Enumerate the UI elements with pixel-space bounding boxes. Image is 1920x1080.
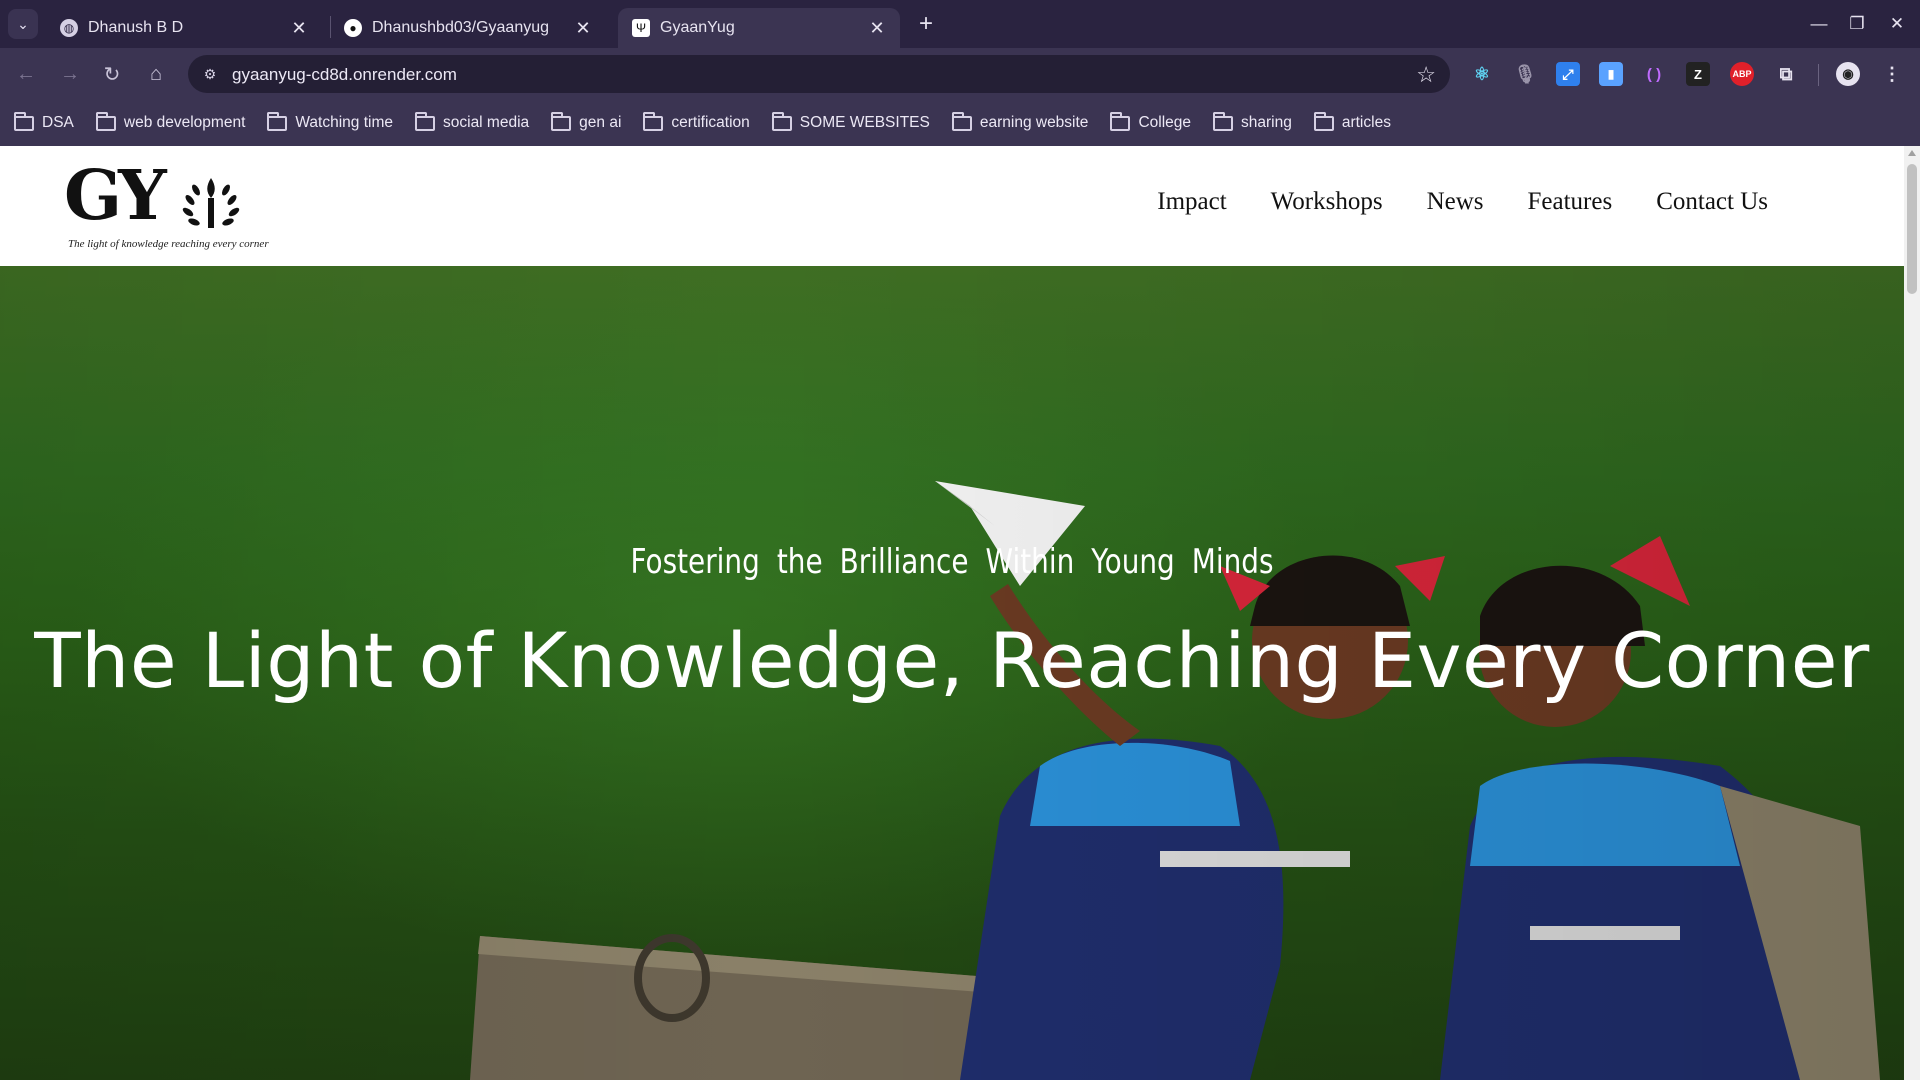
folder-icon [951, 111, 972, 131]
bookmark-label: DSA [42, 114, 74, 131]
brackets-extension-icon[interactable]: ( ) [1642, 62, 1666, 86]
bookmark-label: articles [1341, 114, 1391, 131]
adblock-plus-icon[interactable]: ABP [1730, 62, 1754, 86]
laurel-torch-icon [182, 178, 240, 228]
folder-icon [1110, 111, 1131, 131]
microphone-icon[interactable]: 🎙 [1513, 62, 1537, 86]
close-tab-icon[interactable]: ✕ [288, 17, 310, 39]
folder-icon [95, 111, 116, 131]
bookmark-folder-sharing[interactable]: sharing [1213, 111, 1292, 132]
reload-icon[interactable]: ↻ [98, 60, 126, 88]
bookmark-label: social media [443, 114, 530, 131]
react-devtools-icon[interactable]: ⚛ [1470, 62, 1494, 86]
hero-title: The Light of Knowledge, Reaching Every C… [34, 616, 1870, 705]
folder-icon [1213, 111, 1233, 131]
nav-features[interactable]: Features [1528, 188, 1613, 216]
bookmark-folder-college[interactable]: College [1110, 111, 1191, 132]
site-logo[interactable]: GY The light of knowledge reaching every… [64, 156, 294, 256]
bookmark-label: SOME WEBSITES [799, 114, 930, 131]
minimize-icon[interactable]: — [1804, 10, 1834, 38]
nav-impact[interactable]: Impact [1157, 188, 1226, 216]
bookmark-label: certification [671, 114, 750, 131]
gyaanyug-logo-icon: Ψ [632, 19, 650, 37]
main-nav: Impact Workshops News Features Contact U… [1113, 188, 1768, 216]
tab-strip: ⌄ ◍ Dhanush B D ✕ ● Dhanushbd03/Gyaanyug… [0, 0, 1920, 48]
logo-mark: GY [64, 156, 167, 236]
bookmark-folder-watching-time[interactable]: Watching time [267, 111, 393, 132]
nav-workshops[interactable]: Workshops [1271, 188, 1383, 216]
globe-icon: ◍ [60, 19, 78, 37]
browser-menu-icon[interactable]: ⋮ [1880, 62, 1904, 86]
scroll-up-arrow-icon[interactable] [1908, 150, 1916, 156]
restore-window-icon[interactable]: ❐ [1842, 10, 1872, 38]
tab-title: Dhanushbd03/Gyaanyug [372, 19, 550, 36]
tab-github-repo[interactable]: ● Dhanushbd03/Gyaanyug ✕ [330, 8, 606, 48]
folder-icon [415, 111, 435, 131]
bookmark-folder-gen-ai[interactable]: gen ai [551, 111, 622, 132]
bookmark-label: gen ai [579, 114, 622, 131]
bookmarks-bar: DSA web development Watching time social… [0, 100, 1920, 146]
bookmark-label: earning website [979, 114, 1089, 131]
bookmark-folder-some-websites[interactable]: SOME WEBSITES [771, 111, 930, 132]
folder-icon [551, 111, 572, 131]
tab-search-dropdown-icon[interactable]: ⌄ [8, 9, 38, 39]
close-tab-icon[interactable]: ✕ [866, 17, 888, 39]
dark-extension-icon[interactable]: Z [1686, 62, 1710, 86]
site-header: GY The light of knowledge reaching every… [0, 146, 1904, 266]
logo-tagline: The light of knowledge reaching every co… [68, 238, 269, 250]
adblock-label: ABP [1732, 69, 1752, 79]
bookmark-label: sharing [1241, 114, 1292, 131]
bookmark-folder-social-media[interactable]: social media [415, 111, 530, 132]
scrollbar-thumb[interactable] [1907, 164, 1917, 294]
folder-icon [1313, 111, 1334, 131]
nav-news[interactable]: News [1427, 188, 1484, 216]
resize-extension-icon[interactable]: ⤢ [1556, 62, 1580, 86]
bookmark-folder-web-development[interactable]: web development [95, 111, 246, 132]
folder-icon [267, 111, 288, 131]
github-icon: ● [344, 19, 362, 37]
bookmark-folder-dsa[interactable]: DSA [14, 111, 74, 132]
nav-contact-us[interactable]: Contact Us [1656, 188, 1768, 216]
bookmark-label: web development [123, 114, 246, 131]
bookmark-label: Watching time [295, 114, 393, 131]
extensions-puzzle-icon[interactable]: ⧉ [1774, 62, 1798, 86]
folder-icon [14, 111, 34, 131]
close-tab-icon[interactable]: ✕ [572, 17, 594, 39]
tab-title: Dhanush B D [88, 19, 184, 36]
browser-toolbar: ← → ↻ ⌂ ⚙ gyaanyug-cd8d.onrender.com ☆ ⚛… [0, 48, 1920, 100]
bookmark-star-icon[interactable]: ☆ [1416, 62, 1436, 88]
forward-arrow-icon[interactable]: → [56, 60, 84, 88]
tab-dhanush-bd[interactable]: ◍ Dhanush B D ✕ [46, 8, 322, 48]
new-tab-button[interactable]: + [912, 10, 940, 38]
bookmark-folder-certification[interactable]: certification [643, 111, 750, 132]
tab-title: GyaanYug [660, 19, 735, 36]
close-window-icon[interactable]: ✕ [1882, 10, 1912, 38]
folder-icon [643, 111, 664, 131]
bookmark-label: College [1138, 114, 1191, 131]
document-extension-icon[interactable]: ▮ [1599, 62, 1623, 86]
profile-avatar[interactable]: ◉ [1836, 62, 1860, 86]
site-info-icon[interactable]: ⚙ [200, 64, 220, 84]
hero-section: Fostering the Brilliance Within Young Mi… [0, 266, 1904, 1080]
address-bar[interactable]: ⚙ gyaanyug-cd8d.onrender.com ☆ [188, 55, 1450, 93]
bookmark-folder-earning-website[interactable]: earning website [951, 111, 1089, 132]
bookmark-folder-articles[interactable]: articles [1313, 111, 1391, 132]
folder-icon [771, 111, 792, 131]
toolbar-divider [1818, 64, 1819, 86]
hero-subtitle: Fostering the Brilliance Within Young Mi… [630, 542, 1274, 582]
back-arrow-icon[interactable]: ← [12, 60, 40, 88]
home-icon[interactable]: ⌂ [142, 60, 170, 88]
page-scrollbar[interactable] [1904, 146, 1920, 1080]
web-page: GY The light of knowledge reaching every… [0, 146, 1904, 1080]
url-text[interactable]: gyaanyug-cd8d.onrender.com [232, 65, 457, 85]
tab-gyaanyug[interactable]: Ψ GyaanYug ✕ [618, 8, 900, 48]
